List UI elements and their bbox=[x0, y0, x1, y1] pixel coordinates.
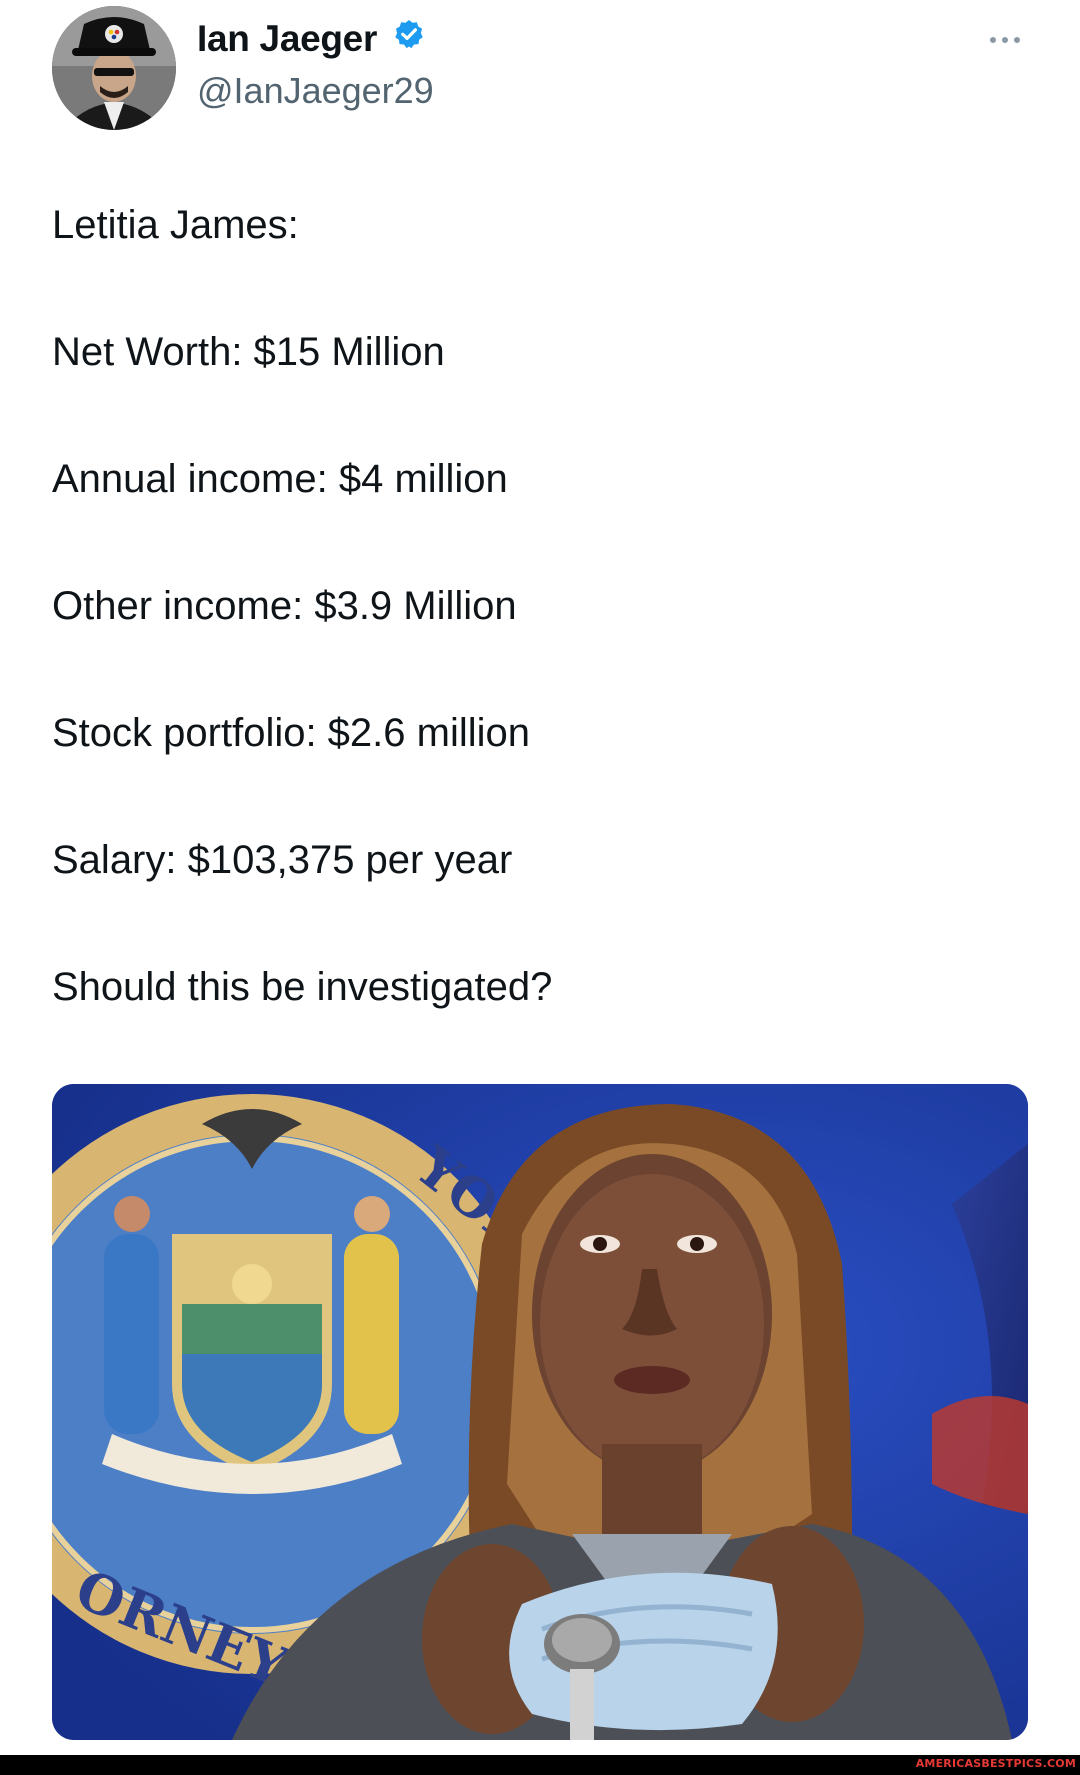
author-name[interactable]: Ian Jaeger bbox=[197, 18, 425, 60]
tweet-media-photo[interactable]: YORK ORNEY bbox=[52, 1084, 1028, 1740]
tweet-line: Net Worth: $15 Million bbox=[52, 330, 445, 374]
watermark-bar: AMERICASBESTPICS.COM bbox=[0, 1755, 1080, 1775]
avatar-photo bbox=[52, 6, 176, 130]
tweet-line: Letitia James: bbox=[52, 203, 299, 247]
author-avatar[interactable] bbox=[52, 6, 176, 130]
tweet-line: Other income: $3.9 Million bbox=[52, 584, 517, 628]
more-options-icon[interactable] bbox=[985, 30, 1025, 50]
tweet-card: Ian Jaeger @IanJaeger29 Letitia James: N… bbox=[0, 0, 1080, 1755]
tweet-line: Annual income: $4 million bbox=[52, 457, 508, 501]
watermark-text: AMERICASBESTPICS.COM bbox=[915, 1757, 1076, 1770]
tweet-line: Should this be investigated? bbox=[52, 965, 553, 1009]
tweet-text: Letitia James: Net Worth: $15 Million An… bbox=[52, 202, 1012, 1091]
tweet-line: Salary: $103,375 per year bbox=[52, 838, 513, 882]
tweet-line: Stock portfolio: $2.6 million bbox=[52, 711, 531, 755]
author-name-label: Ian Jaeger bbox=[197, 18, 378, 59]
author-handle[interactable]: @IanJaeger29 bbox=[197, 70, 434, 112]
verified-badge-icon bbox=[393, 17, 425, 59]
